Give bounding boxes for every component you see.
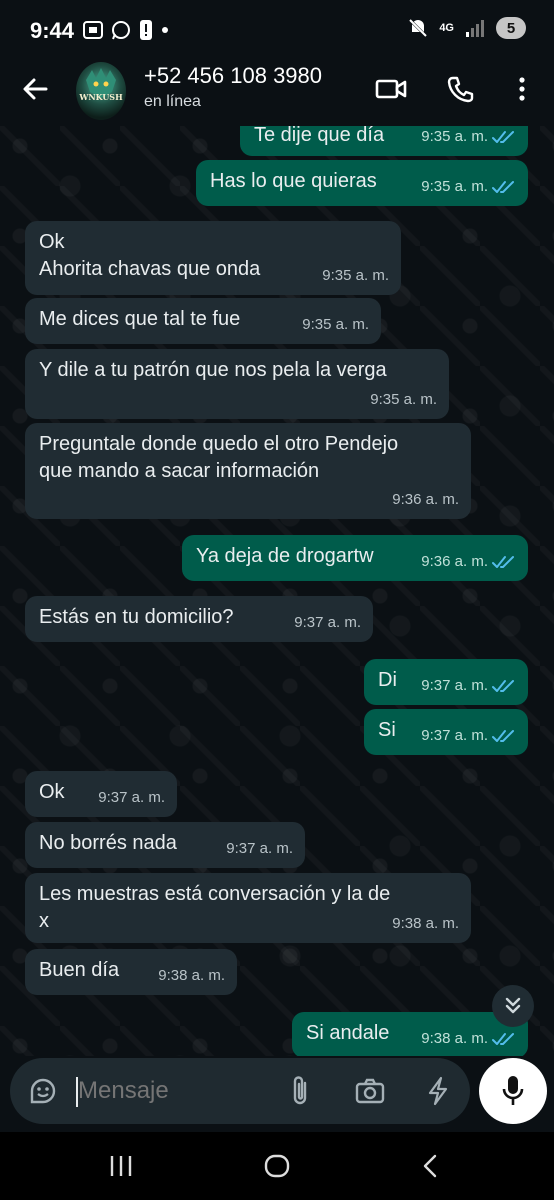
contact-status: en línea xyxy=(144,93,201,110)
double-chevron-down-icon xyxy=(505,997,521,1014)
mute-icon xyxy=(409,18,428,38)
screenshot-icon xyxy=(83,21,103,39)
message-time: 9:35 a. m. xyxy=(421,128,488,145)
incoming-message[interactable]: Les muestras está conversación y la de x… xyxy=(25,873,471,943)
message-time: 9:35 a. m. xyxy=(322,267,389,284)
status-bar: 9:44 4G 5 xyxy=(0,0,554,58)
status-time: 9:44 xyxy=(30,18,75,43)
battery-badge: 5 xyxy=(496,17,526,39)
message-time: 9:37 a. m. xyxy=(421,727,488,744)
outgoing-message[interactable]: Di 9:37 a. m. xyxy=(364,659,528,705)
chat-messages[interactable]: Te dije que día 9:35 a. m. Has lo que quie… xyxy=(0,126,554,1056)
avatar-text: WNKUSH xyxy=(79,92,123,102)
message-time: 9:36 a. m. xyxy=(392,491,459,508)
read-ticks-icon xyxy=(492,679,514,692)
outgoing-message[interactable]: Has lo que quieras 9:35 a. m. xyxy=(196,160,528,206)
read-ticks-icon xyxy=(492,180,514,193)
recent-apps-icon[interactable] xyxy=(108,1154,134,1178)
attach-icon[interactable] xyxy=(287,1074,313,1108)
camera-icon[interactable] xyxy=(354,1076,386,1106)
sticker-icon[interactable] xyxy=(28,1076,58,1106)
message-meta: 9:36 a. m. xyxy=(421,548,516,575)
chat-header: WNKUSH +52 456 108 3980 en línea xyxy=(0,58,554,126)
creature-logo-icon xyxy=(86,68,116,98)
microphone-icon xyxy=(502,1076,524,1105)
message-time: 9:35 a. m. xyxy=(370,391,437,408)
incoming-message[interactable]: Preguntale donde quedo el otro Pendejo q… xyxy=(25,423,471,519)
incoming-message[interactable]: Estás en tu domicilio? 9:37 a. m. xyxy=(25,596,373,642)
message-meta: 9:37 a. m. xyxy=(421,672,516,699)
message-meta: 9:35 a. m. xyxy=(322,262,389,289)
home-icon[interactable] xyxy=(263,1153,291,1179)
signal-icon xyxy=(466,20,484,37)
message-meta: 9:35 a. m. xyxy=(370,386,437,413)
message-meta: 9:36 a. m. xyxy=(392,486,459,513)
message-input[interactable] xyxy=(78,1070,278,1112)
incoming-message[interactable]: Ok 9:37 a. m. xyxy=(25,771,177,817)
message-meta: 9:38 a. m. xyxy=(392,910,459,937)
read-ticks-icon xyxy=(492,729,514,742)
message-meta: 9:37 a. m. xyxy=(226,835,293,862)
scroll-to-bottom-button[interactable] xyxy=(492,985,534,1027)
message-time: 9:37 a. m. xyxy=(294,614,361,631)
contact-name[interactable]: +52 456 108 3980 xyxy=(144,63,322,89)
network-type: 4G xyxy=(439,22,454,34)
incoming-message[interactable]: No borrés nada 9:37 a. m. xyxy=(25,822,305,868)
message-meta: 9:37 a. m. xyxy=(421,722,516,749)
message-meta: 9:38 a. m. xyxy=(421,1025,516,1052)
incoming-message[interactable]: Y dile a tu patrón que nos pela la verga… xyxy=(25,349,449,419)
outgoing-message[interactable]: Si andale 9:38 a. m. xyxy=(292,1012,528,1056)
message-text: Y dile a tu patrón que nos pela la verga xyxy=(39,359,387,381)
read-ticks-icon xyxy=(492,130,514,143)
read-ticks-icon xyxy=(492,1032,514,1045)
dot-icon xyxy=(162,27,168,33)
message-meta: 9:38 a. m. xyxy=(158,962,225,989)
message-composer xyxy=(10,1058,470,1124)
whatsapp-icon xyxy=(112,21,130,40)
outgoing-message[interactable]: Si 9:37 a. m. xyxy=(364,709,528,755)
video-call-icon[interactable] xyxy=(374,74,408,104)
incoming-message[interactable]: Me dices que tal te fue 9:35 a. m. xyxy=(25,298,381,344)
lightning-icon[interactable] xyxy=(426,1076,450,1106)
message-meta: 9:35 a. m. xyxy=(302,311,369,338)
status-system-icons: 4G 5 xyxy=(407,17,526,39)
message-time: 9:38 a. m. xyxy=(421,1030,488,1047)
alert-icon xyxy=(140,20,152,40)
incoming-message[interactable]: Ok Ahorita chavas que onda 9:35 a. m. xyxy=(25,221,401,295)
message-meta: 9:37 a. m. xyxy=(98,784,165,811)
outgoing-message[interactable]: Ya deja de drogartw 9:36 a. m. xyxy=(182,535,528,581)
message-time: 9:37 a. m. xyxy=(98,789,165,806)
more-options-icon[interactable] xyxy=(514,74,530,104)
message-time: 9:37 a. m. xyxy=(421,677,488,694)
system-nav-bar xyxy=(0,1132,554,1200)
voice-call-icon[interactable] xyxy=(446,74,476,104)
message-meta: 9:37 a. m. xyxy=(294,609,361,636)
voice-message-button[interactable] xyxy=(479,1058,547,1124)
message-text: Preguntale donde quedo el otro Pendejo q… xyxy=(39,433,399,482)
message-meta: 9:35 a. m. xyxy=(421,173,516,200)
back-arrow-icon[interactable] xyxy=(20,74,50,104)
incoming-message[interactable]: Buen día 9:38 a. m. xyxy=(25,949,237,995)
message-time: 9:38 a. m. xyxy=(158,967,225,984)
message-meta: 9:35 a. m. xyxy=(421,126,516,150)
avatar[interactable]: WNKUSH xyxy=(76,62,126,120)
read-ticks-icon xyxy=(492,555,514,568)
message-time: 9:37 a. m. xyxy=(226,840,293,857)
back-nav-icon[interactable] xyxy=(420,1153,440,1179)
outgoing-message[interactable]: Te dije que día 9:35 a. m. xyxy=(240,126,528,156)
message-time: 9:35 a. m. xyxy=(421,178,488,195)
message-time: 9:35 a. m. xyxy=(302,316,369,333)
status-notification-icons xyxy=(82,19,170,41)
message-time: 9:36 a. m. xyxy=(421,553,488,570)
message-time: 9:38 a. m. xyxy=(392,915,459,932)
